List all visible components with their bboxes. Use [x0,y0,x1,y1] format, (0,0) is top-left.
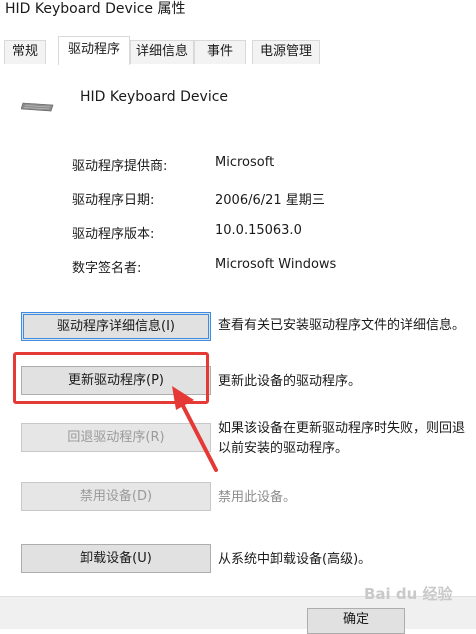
window-title: HID Keyboard Device 属性 [5,1,186,17]
provider-label: 驱动程序提供商: [72,159,168,174]
driver-details-button[interactable]: 驱动程序详细信息(I) [21,312,211,341]
ok-button[interactable]: 确定 [307,608,405,634]
uninstall-device-button[interactable]: 卸载设备(U) [21,544,211,573]
tab-events[interactable]: 事件 [194,40,246,64]
red-arrow-icon [172,386,218,472]
date-value: 2006/6/21 星期三 [215,193,325,208]
watermark: Bai du 经验 [364,585,453,603]
rollback-driver-desc-line1: 如果该设备在更新驱动程序时失败，则回退 [218,421,466,436]
driver-details-desc: 查看有关已安装驱动程序文件的详细信息。 [218,318,466,333]
update-driver-desc: 更新此设备的驱动程序。 [218,374,362,389]
disable-device-button[interactable]: 禁用设备(D) [21,482,211,511]
provider-value: Microsoft [215,155,275,170]
tab-power-management[interactable]: 电源管理 [252,40,320,64]
device-name: HID Keyboard Device [80,89,229,105]
version-value: 10.0.15063.0 [215,223,302,238]
uninstall-device-desc: 从系统中卸载设备(高级)。 [218,552,372,567]
rollback-driver-desc-line2: 以前安装的驱动程序。 [218,441,349,456]
signer-value: Microsoft Windows [215,257,337,272]
version-label: 驱动程序版本: [72,227,155,242]
keyboard-icon [21,102,54,112]
tab-general[interactable]: 常规 [4,40,46,64]
tab-details[interactable]: 详细信息 [130,40,194,64]
tab-driver[interactable]: 驱动程序 [58,36,130,65]
date-label: 驱动程序日期: [72,193,155,208]
signer-label: 数字签名者: [72,261,142,276]
disable-device-desc: 禁用此设备。 [218,490,297,505]
